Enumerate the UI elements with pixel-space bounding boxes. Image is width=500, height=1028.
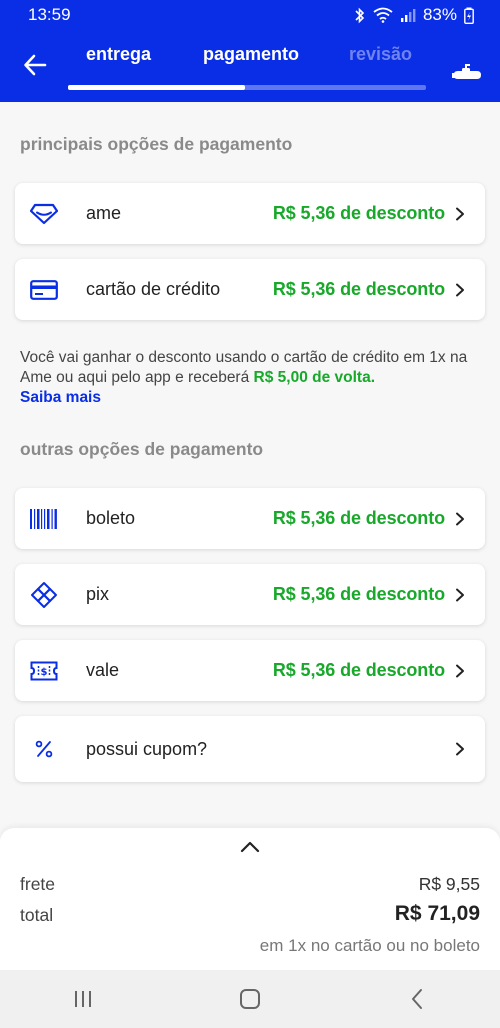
steps-progress-bar <box>68 85 426 90</box>
system-back-icon <box>411 989 422 1009</box>
chevron-right-icon <box>456 207 464 221</box>
status-time: 13:59 <box>28 5 71 24</box>
barcode-icon <box>29 504 59 534</box>
order-summary-panel: frete R$ 9,55 total R$ 71,09 em 1x no ca… <box>0 828 500 970</box>
cashback-info-text: Você vai ganhar o desconto usando o cart… <box>20 349 468 386</box>
chevron-right-icon <box>456 512 464 526</box>
system-back-button[interactable] <box>387 979 447 1019</box>
payment-option-label: cartão de crédito <box>86 279 221 299</box>
home-icon <box>239 989 260 1009</box>
percent-icon <box>29 734 59 764</box>
battery-icon <box>464 7 474 24</box>
payment-option-ame[interactable]: ame R$ 5,36 de desconto <box>15 183 485 244</box>
ame-diamond-icon <box>29 199 59 229</box>
recent-apps-icon <box>75 991 92 1007</box>
submarine-icon[interactable] <box>452 64 482 82</box>
back-arrow-icon[interactable] <box>22 52 48 78</box>
frete-value: R$ 9,55 <box>418 874 480 894</box>
payment-option-label: boleto <box>86 508 136 528</box>
payment-option-pix[interactable]: pix R$ 5,36 de desconto <box>15 564 485 625</box>
payment-option-vale[interactable]: $ vale R$ 5,36 de desconto <box>15 640 485 701</box>
tab-revisao[interactable]: revisão <box>349 44 412 65</box>
cashback-info: Você vai ganhar o desconto usando o cart… <box>20 348 482 408</box>
total-value: R$ 71,09 <box>394 902 480 925</box>
status-bar: 13:59 83% <box>0 0 500 30</box>
main-payment-section-title: principais opções de pagamento <box>20 134 293 154</box>
payment-option-label: vale <box>86 660 120 680</box>
chevron-up-icon[interactable] <box>240 840 260 854</box>
wifi-icon <box>373 7 393 23</box>
home-button[interactable] <box>220 979 280 1019</box>
discount-text: R$ 5,36 de desconto <box>272 584 445 604</box>
status-icons: 83% <box>354 5 474 25</box>
discount-text: R$ 5,36 de desconto <box>272 508 445 528</box>
payment-note: em 1x no cartão ou no boleto <box>259 936 480 955</box>
payment-option-credit-card[interactable]: cartão de crédito R$ 5,36 de desconto <box>15 259 485 320</box>
discount-text: R$ 5,36 de desconto <box>272 660 445 680</box>
voucher-icon: $ <box>29 656 59 686</box>
recent-apps-button[interactable] <box>53 979 113 1019</box>
chevron-right-icon <box>456 283 464 297</box>
checkout-header: entrega pagamento revisão <box>0 30 500 102</box>
discount-text: R$ 5,36 de desconto <box>272 279 445 299</box>
system-nav-bar <box>0 970 500 1028</box>
tab-pagamento[interactable]: pagamento <box>203 44 299 65</box>
frete-label: frete <box>20 874 56 894</box>
chevron-right-icon <box>456 588 464 602</box>
payment-option-boleto[interactable]: boleto R$ 5,36 de desconto <box>15 488 485 549</box>
coupon-label: possui cupom? <box>86 738 208 759</box>
other-payment-section-title: outras opções de pagamento <box>20 439 264 459</box>
battery-percent: 83% <box>422 5 457 24</box>
payment-option-label: ame <box>86 203 122 223</box>
tab-entrega[interactable]: entrega <box>86 44 151 65</box>
cashback-amount: R$ 5,00 de volta. <box>253 369 376 386</box>
saiba-mais-link[interactable]: Saiba mais <box>20 389 101 406</box>
total-label: total <box>20 905 54 925</box>
coupon-option[interactable]: possui cupom? <box>15 716 485 782</box>
pix-icon <box>29 580 59 610</box>
signal-icon <box>400 9 416 22</box>
chevron-right-icon <box>456 664 464 678</box>
payment-option-label: pix <box>86 584 110 604</box>
svg-text:$: $ <box>41 667 48 678</box>
discount-text: R$ 5,36 de desconto <box>272 203 445 223</box>
steps-progress-fill <box>68 85 246 90</box>
chevron-right-icon <box>456 742 464 756</box>
credit-card-icon <box>29 275 59 305</box>
bluetooth-icon <box>355 7 365 23</box>
